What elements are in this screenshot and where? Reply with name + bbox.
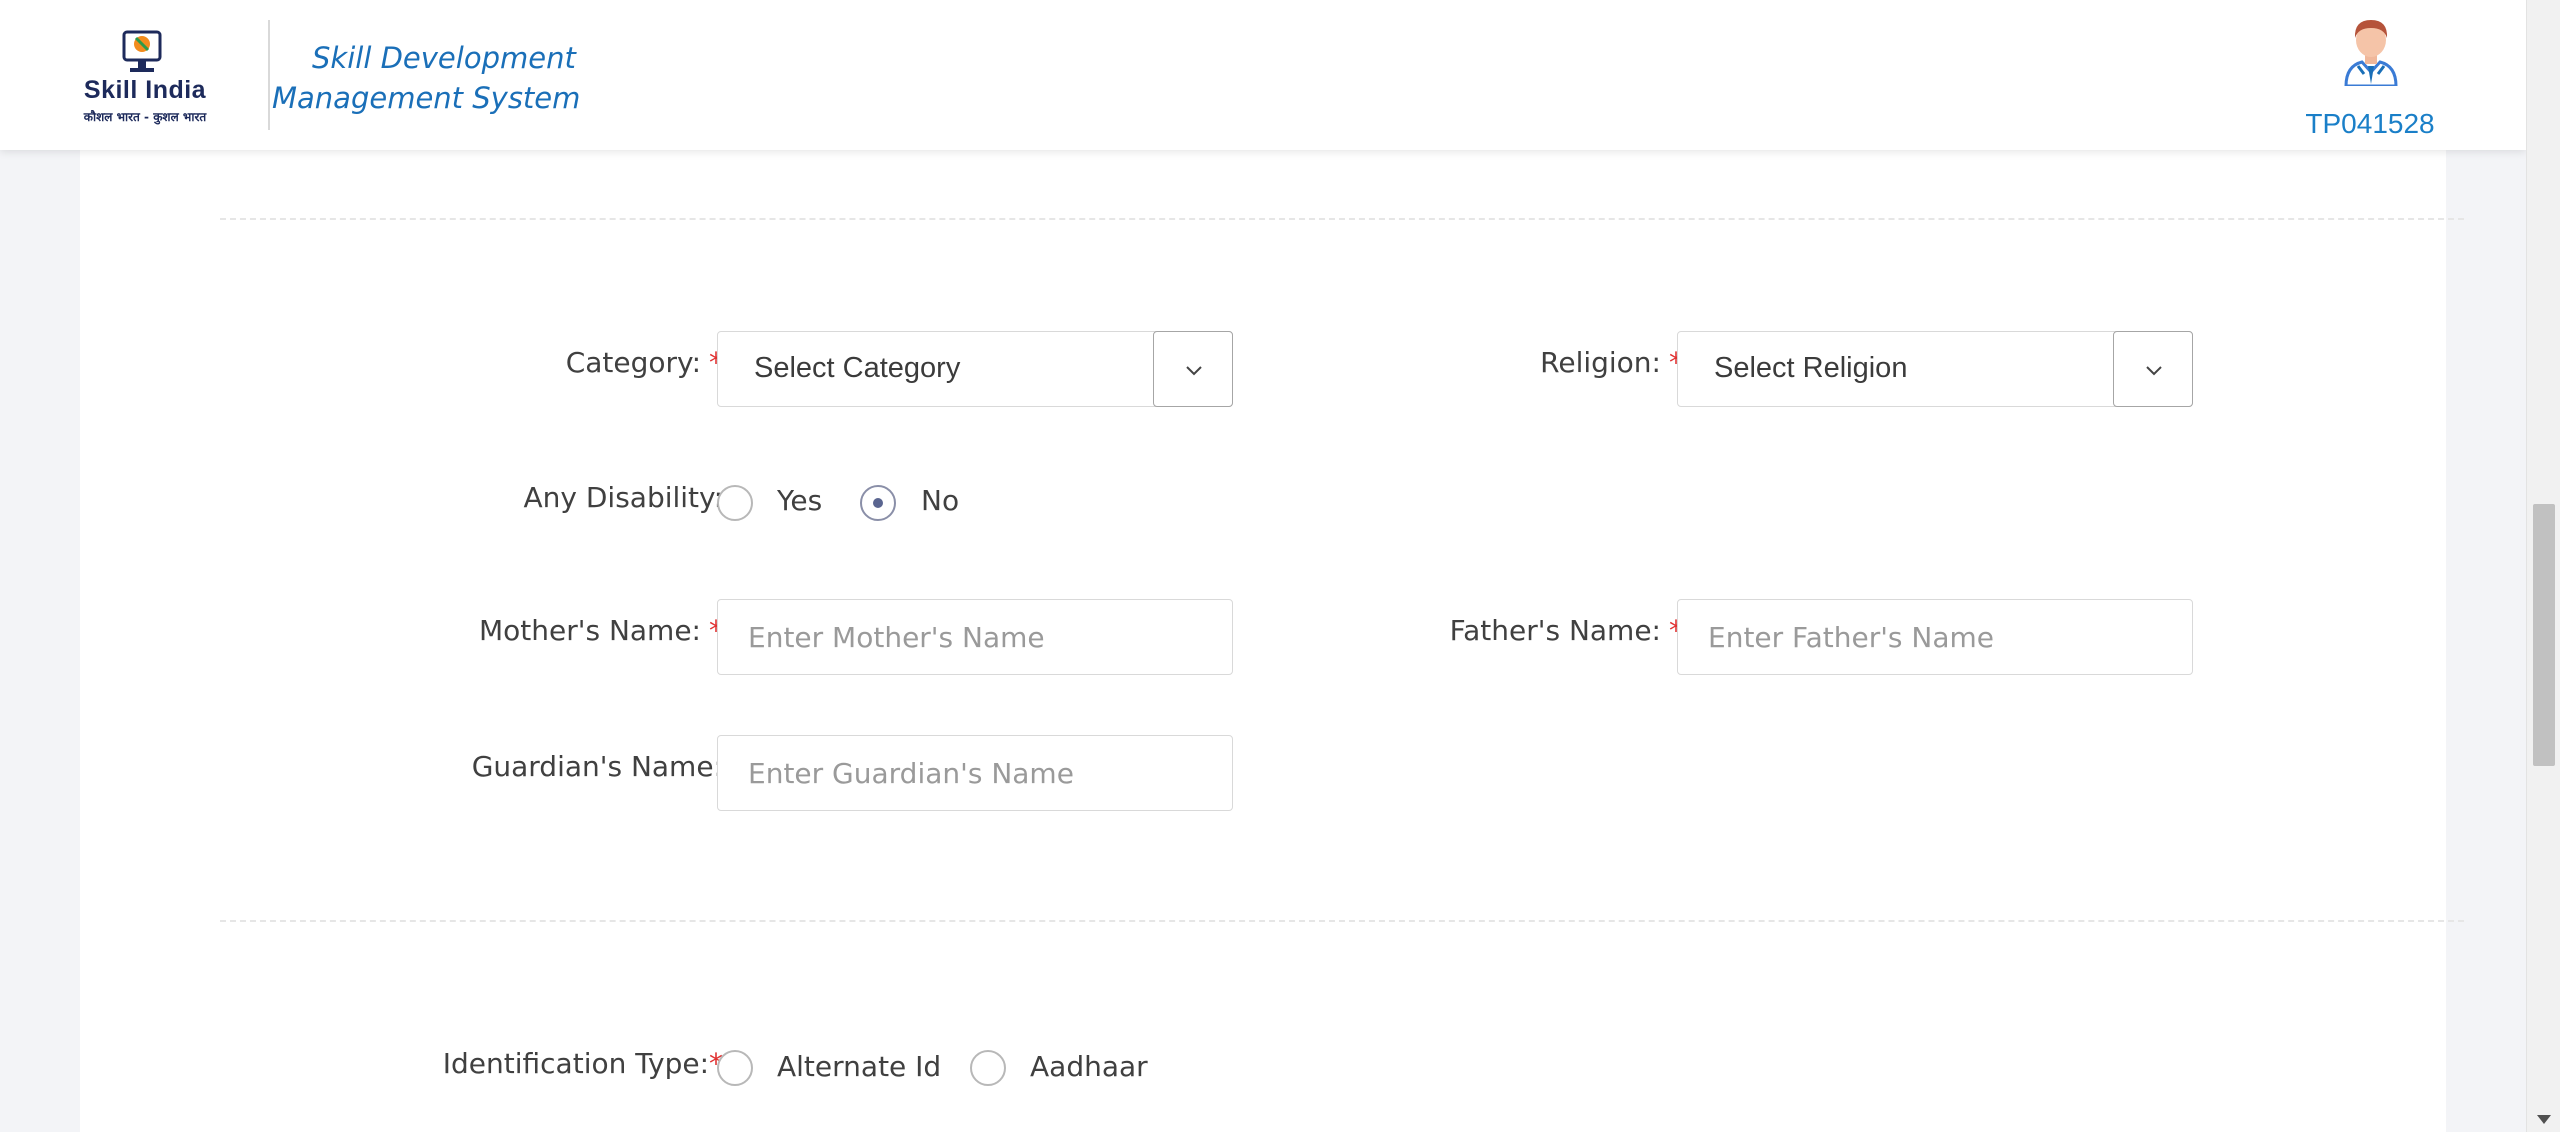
- user-profile[interactable]: TP041528: [2290, 14, 2450, 144]
- mother-name-label: Mother's Name: *: [479, 614, 723, 647]
- skill-india-emblem-icon: [122, 30, 162, 72]
- religion-select[interactable]: Select Religion: [1677, 331, 2193, 407]
- category-label: Category: *: [566, 346, 723, 379]
- logo-text: Skill India: [83, 76, 207, 104]
- religion-label: Religion: *: [1540, 346, 1683, 379]
- category-label-text: Category:: [565, 346, 701, 379]
- user-id[interactable]: TP041528: [2290, 108, 2450, 140]
- religion-select-value: Select Religion: [1714, 352, 1908, 384]
- disability-yes-radio[interactable]: [717, 485, 753, 521]
- guardian-name-input[interactable]: [717, 735, 1233, 811]
- category-select-value: Select Category: [754, 352, 961, 384]
- personal-details-card: Category: * Select Category Religion: * Se…: [80, 100, 2464, 1132]
- header-divider: [268, 20, 270, 130]
- chevron-down-icon: [2146, 366, 2162, 376]
- disability-yes-label[interactable]: Yes: [777, 484, 822, 517]
- category-dropdown-button[interactable]: [1153, 331, 1233, 407]
- disability-no-radio[interactable]: [860, 485, 896, 521]
- identification-type-label-text: Identification Type:: [442, 1047, 709, 1080]
- chevron-down-icon: [1186, 366, 1202, 376]
- alternate-id-label[interactable]: Alternate Id: [777, 1050, 941, 1083]
- app-title: Skill Development Management System: [272, 41, 581, 115]
- logo-subtext: कौशल भारत - कुशल भारत: [83, 110, 207, 124]
- father-name-label-text: Father's Name:: [1449, 614, 1661, 647]
- father-name-input[interactable]: [1677, 599, 2193, 675]
- aadhaar-radio[interactable]: [970, 1050, 1006, 1086]
- father-name-label: Father's Name: *: [1450, 614, 1683, 647]
- section-divider-bottom: [220, 920, 2464, 922]
- disability-no-label[interactable]: No: [921, 484, 959, 517]
- category-select[interactable]: Select Category: [717, 331, 1233, 407]
- identification-type-label: Identification Type:*: [443, 1047, 723, 1080]
- religion-dropdown-button[interactable]: [2113, 331, 2193, 407]
- section-divider-top: [220, 218, 2464, 220]
- religion-label-text: Religion:: [1540, 346, 1661, 379]
- mother-name-label-text: Mother's Name:: [479, 614, 701, 647]
- user-avatar-icon: [2344, 20, 2398, 86]
- mother-name-input[interactable]: [717, 599, 1233, 675]
- page-scrollbar[interactable]: [2526, 0, 2560, 1132]
- guardian-name-label: Guardian's Name:: [471, 750, 723, 783]
- alternate-id-radio[interactable]: [717, 1050, 753, 1086]
- disability-label: Any Disability:: [523, 481, 723, 514]
- scrollbar-thumb[interactable]: [2533, 504, 2555, 766]
- aadhaar-label[interactable]: Aadhaar: [1030, 1050, 1148, 1083]
- scroll-down-arrow-icon[interactable]: [2537, 1115, 2551, 1124]
- skill-india-logo[interactable]: Skill India कौशल भारत - कुशल भारत: [70, 20, 220, 130]
- app-header: Skill India कौशल भारत - कुशल भारत Skill …: [0, 0, 2526, 150]
